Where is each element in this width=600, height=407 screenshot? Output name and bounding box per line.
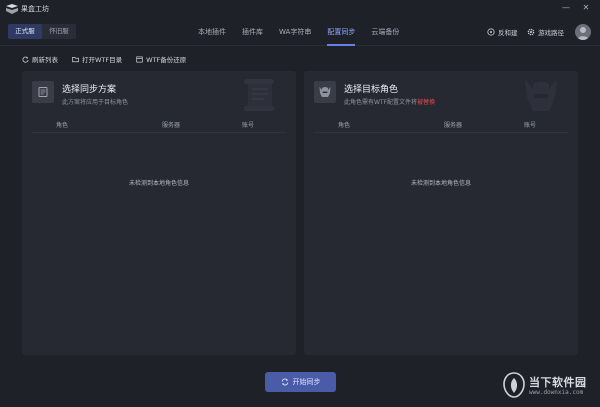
- column-server[interactable]: 服务器: [434, 119, 516, 132]
- column-server[interactable]: 服务器: [152, 119, 234, 132]
- panel-header: 选择同步方案 此方案将应用于目标角色: [22, 71, 296, 117]
- empty-state-message: 未检测到本地角色信息: [128, 180, 189, 187]
- panel-subtitle-text: 此角色需有WTF配置文件将: [344, 99, 418, 106]
- gear-icon: [527, 28, 535, 36]
- user-avatar-icon: [577, 27, 589, 40]
- edition-switch: 正式服 怀旧服: [8, 24, 76, 39]
- refresh-icon: [22, 56, 29, 63]
- sync-icon: [281, 378, 288, 386]
- brand-logo-icon: [503, 372, 525, 398]
- tab-wa-strings[interactable]: WA字符串: [271, 18, 319, 46]
- table-header: 角色 服务器 账号: [314, 119, 568, 133]
- sync-plan-panel: 选择同步方案 此方案将应用于目标角色 角色 服务器 账号 未检测到本地角色信息: [22, 71, 296, 355]
- column-account[interactable]: 账号: [516, 119, 568, 132]
- start-sync-label: 开始同步: [292, 378, 321, 386]
- helmet-icon: [314, 81, 336, 103]
- brand-url: www.downxia.com: [529, 389, 584, 396]
- minimize-button[interactable]: —: [560, 2, 572, 14]
- scroll-watermark-icon: [244, 79, 274, 111]
- column-role[interactable]: 角色: [32, 119, 152, 132]
- plan-icon: [32, 81, 54, 103]
- panel-subtitle: 此角色需有WTF配置文件将被替换: [344, 97, 435, 106]
- backup-icon: [136, 56, 143, 62]
- tab-cloud-backup[interactable]: 云端备份: [363, 18, 407, 46]
- refresh-list-label: 刷新列表: [32, 56, 58, 64]
- panel-subtitle-warning: 被替换: [417, 99, 436, 106]
- wtf-restore-label: WTF备份还原: [146, 56, 187, 64]
- folder-icon: [72, 56, 79, 62]
- panel-subtitle: 此方案将应用于目标角色: [62, 99, 129, 106]
- edition-classic-button[interactable]: 怀旧服: [42, 24, 76, 39]
- header-bar: 正式服 怀旧服 本地插件 插件库 WA字符串 配置同步 云端备份 反和建 游戏路…: [0, 18, 600, 46]
- panel-header: 选择目标角色 此角色需有WTF配置文件将被替换: [304, 71, 578, 117]
- title-bar: 果盒工坊 — ✕: [0, 0, 600, 18]
- game-path-button[interactable]: 游戏路径: [527, 27, 564, 37]
- feedback-button[interactable]: 反和建: [487, 27, 518, 37]
- tab-local-addons[interactable]: 本地插件: [190, 18, 234, 46]
- empty-state-message: 未检测到本地角色信息: [410, 180, 471, 187]
- feedback-icon: [487, 28, 495, 36]
- wtf-restore-button[interactable]: WTF备份还原: [136, 54, 186, 64]
- table-header: 角色 服务器 账号: [32, 119, 286, 133]
- brand-name: 当下软件园: [529, 376, 587, 389]
- avatar[interactable]: [575, 24, 591, 40]
- target-role-panel: 选择目标角色 此角色需有WTF配置文件将被替换 角色 服务器 账号 未检测到本地…: [304, 71, 578, 355]
- game-path-label: 游戏路径: [538, 29, 564, 37]
- refresh-list-button[interactable]: 刷新列表: [22, 54, 58, 64]
- feedback-label: 反和建: [498, 29, 518, 37]
- app-logo-icon: [6, 4, 18, 14]
- tab-config-sync[interactable]: 配置同步: [319, 18, 363, 46]
- close-button[interactable]: ✕: [580, 2, 592, 14]
- open-wtf-label: 打开WTF目录: [82, 56, 123, 64]
- site-watermark: 当下软件园 www.downxia.com: [503, 369, 597, 401]
- open-wtf-button[interactable]: 打开WTF目录: [72, 54, 122, 64]
- toolbar: 刷新列表 打开WTF目录 WTF备份还原: [22, 54, 186, 64]
- start-sync-button[interactable]: 开始同步: [265, 372, 336, 392]
- panel-title: 选择同步方案: [62, 85, 117, 95]
- tab-addon-library[interactable]: 插件库: [234, 18, 271, 46]
- column-role[interactable]: 角色: [314, 119, 434, 132]
- column-account[interactable]: 账号: [234, 119, 286, 132]
- main-nav: 本地插件 插件库 WA字符串 配置同步 云端备份: [190, 18, 407, 46]
- edition-retail-button[interactable]: 正式服: [8, 24, 42, 39]
- helmet-watermark-icon: [525, 79, 557, 111]
- panel-title: 选择目标角色: [344, 85, 399, 95]
- app-title: 果盒工坊: [21, 5, 49, 13]
